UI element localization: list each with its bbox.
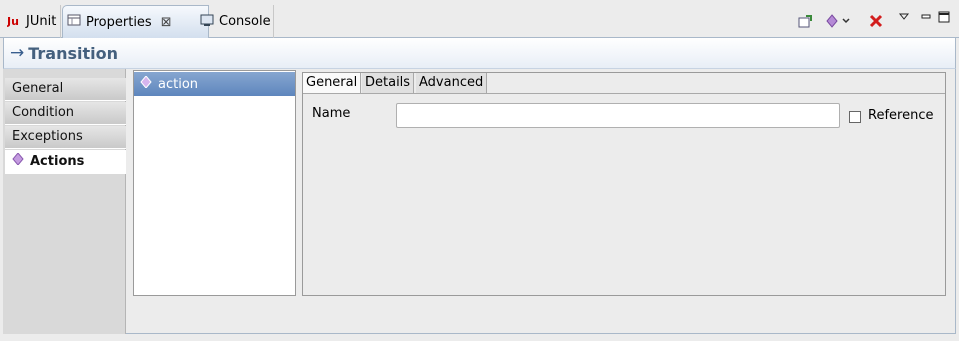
sidebar-item-label: Exceptions [12, 129, 83, 144]
console-icon [200, 13, 214, 31]
sidebar-item-actions[interactable]: Actions [5, 150, 126, 174]
sidebar-item-condition[interactable]: Condition [5, 102, 126, 125]
reference-label: Reference [868, 108, 934, 123]
tab-console[interactable]: Console [196, 5, 274, 38]
sidebar-item-label: Condition [12, 105, 75, 120]
tab-junit-label: JUnit [26, 14, 57, 29]
transition-arrow-icon: → [10, 43, 25, 63]
list-item[interactable]: action [134, 72, 295, 96]
junit-icon: Ju [6, 13, 21, 31]
remove-icon[interactable] [867, 12, 885, 30]
pin-icon[interactable] [796, 12, 814, 30]
close-icon[interactable]: ⊠ [161, 15, 172, 30]
tab-junit[interactable]: Ju JUnit [3, 5, 62, 38]
name-field[interactable] [396, 103, 840, 128]
tab-properties-label: Properties [86, 14, 152, 30]
tab-details[interactable]: Details [362, 73, 415, 94]
view-menu-icon[interactable] [895, 8, 913, 26]
new-element-dropdown-icon[interactable] [824, 12, 852, 30]
tab-advanced[interactable]: Advanced [416, 73, 488, 94]
properties-title-bar: → Transition [3, 38, 956, 69]
tab-general[interactable]: General [303, 73, 362, 94]
tab-properties[interactable]: Properties ⊠ [62, 5, 209, 38]
minimize-icon[interactable] [917, 8, 935, 26]
maximize-icon[interactable] [935, 8, 953, 26]
properties-icon [67, 13, 81, 31]
tab-console-label: Console [219, 14, 271, 29]
actions-list[interactable] [133, 70, 296, 296]
action-icon [12, 151, 24, 173]
tab-divider [303, 93, 945, 94]
sidebar-item-exceptions[interactable]: Exceptions [5, 126, 126, 149]
sidebar-item-general[interactable]: General [5, 78, 126, 101]
sidebar-item-label: Actions [30, 153, 85, 169]
list-item-label: action [158, 76, 199, 92]
page-title: Transition [28, 43, 119, 63]
name-label: Name [312, 106, 351, 121]
sidebar-item-label: General [12, 81, 64, 96]
action-icon [140, 75, 152, 92]
reference-checkbox[interactable] [849, 111, 861, 123]
svg-text:Ju: Ju [7, 15, 19, 27]
